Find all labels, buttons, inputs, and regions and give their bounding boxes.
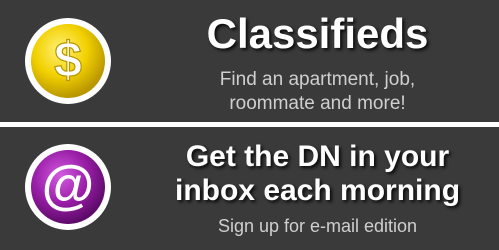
- email-title-line2: inbox each morning: [174, 174, 461, 207]
- email-subtitle: Sign up for e-mail edition: [217, 216, 418, 236]
- email-signup-banner[interactable]: @ Get the DN in your inbox each morning …: [0, 127, 499, 250]
- svg-text:@: @: [42, 155, 95, 215]
- classifieds-banner[interactable]: $ Classifieds Find an apartment, job, ro…: [0, 0, 499, 122]
- classifieds-subtitle-line1: Find an apartment, job,: [219, 69, 416, 90]
- classifieds-title: Classifieds: [206, 10, 429, 57]
- svg-text:$: $: [54, 32, 82, 88]
- dollar-icon: $: [24, 17, 112, 105]
- email-title-line1: Get the DN in your: [185, 140, 450, 173]
- at-sign-icon: @: [24, 143, 112, 231]
- email-text: Get the DN in your inbox each morning Si…: [140, 127, 495, 238]
- classifieds-text: Classifieds Find an apartment, job, room…: [140, 0, 495, 116]
- classifieds-subtitle-line2: roommate and more!: [229, 93, 406, 114]
